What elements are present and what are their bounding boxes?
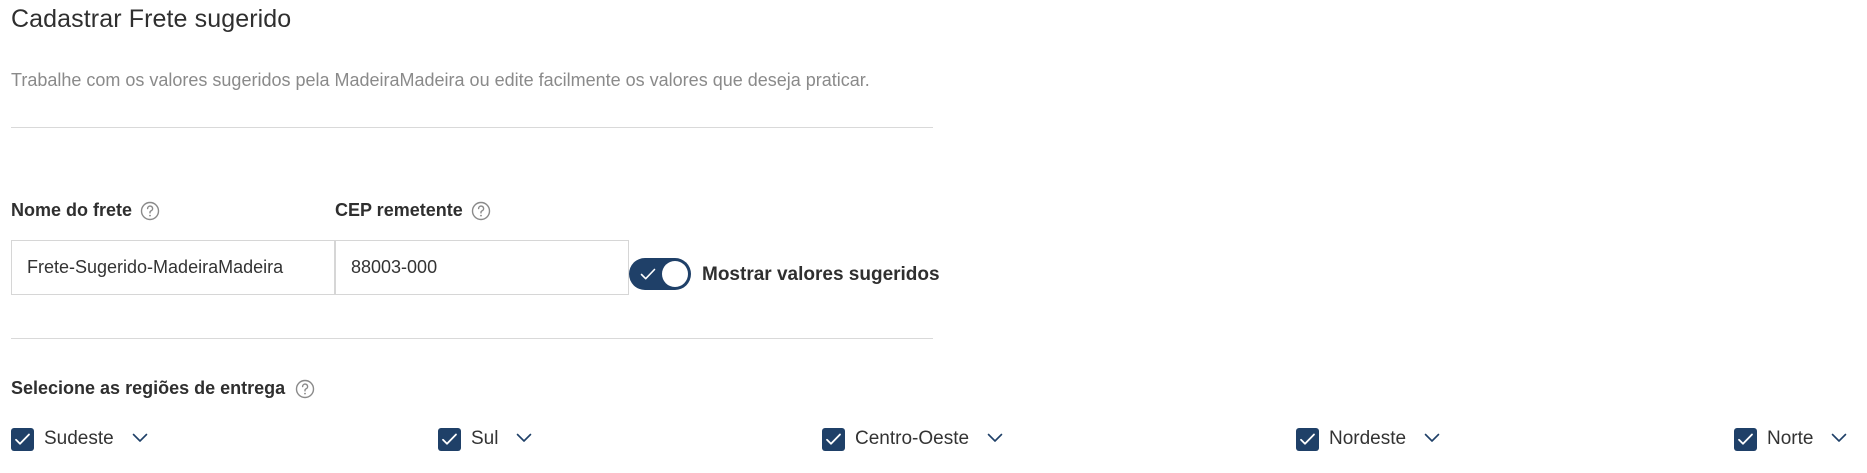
region-label: Sul — [471, 428, 499, 449]
checkmark-icon — [1738, 433, 1753, 445]
checkmark-icon — [15, 433, 30, 445]
region-norte[interactable]: Norte — [1734, 427, 1847, 451]
help-icon[interactable] — [471, 201, 491, 221]
region-sudeste[interactable]: Sudeste — [11, 427, 148, 451]
checkmark-icon — [826, 433, 841, 445]
page-subtitle: Trabalhe com os valores sugeridos pela M… — [11, 70, 870, 90]
freight-name-input[interactable]: Frete-Sugerido-MadeiraMadeira — [11, 240, 335, 295]
cep-label-text: CEP remetente — [335, 200, 463, 220]
region-sul[interactable]: Sul — [438, 427, 532, 451]
checkmark-icon — [442, 433, 457, 445]
checkmark-icon — [1300, 433, 1315, 445]
help-icon[interactable] — [140, 201, 160, 221]
region-label: Norte — [1767, 428, 1814, 449]
regions-section-label: Selecione as regiões de entrega — [11, 378, 315, 399]
chevron-down-icon[interactable] — [1831, 433, 1847, 445]
name-label-text: Nome do frete — [11, 200, 133, 220]
toggle-label: Mostrar valores sugeridos — [702, 264, 940, 285]
divider-top — [11, 127, 933, 128]
sender-cep-input[interactable]: 88003-000 — [335, 240, 629, 295]
region-label: Sudeste — [44, 428, 114, 449]
help-icon[interactable] — [295, 379, 315, 399]
regions-label-text: Selecione as regiões de entrega — [11, 378, 286, 398]
chevron-down-icon[interactable] — [987, 433, 1003, 445]
region-nordeste[interactable]: Nordeste — [1296, 427, 1440, 451]
region-checkbox[interactable] — [11, 427, 34, 451]
page-title: Cadastrar Frete sugerido — [11, 5, 292, 33]
region-label: Centro-Oeste — [855, 428, 970, 449]
chevron-down-icon[interactable] — [1424, 433, 1440, 445]
region-checkbox[interactable] — [438, 427, 461, 451]
region-checkbox[interactable] — [1296, 427, 1319, 451]
region-checkbox[interactable] — [822, 427, 845, 451]
region-label: Nordeste — [1329, 428, 1407, 449]
cep-field-label: CEP remetente — [335, 200, 491, 221]
checkmark-icon — [640, 268, 656, 280]
region-checkbox[interactable] — [1734, 427, 1757, 451]
chevron-down-icon[interactable] — [132, 433, 148, 445]
name-field-label: Nome do frete — [11, 200, 160, 221]
toggle-knob — [662, 261, 688, 287]
show-suggested-toggle[interactable] — [629, 258, 691, 290]
chevron-down-icon[interactable] — [516, 433, 532, 445]
divider-middle — [11, 338, 933, 339]
region-centro-oeste[interactable]: Centro-Oeste — [822, 427, 1003, 451]
